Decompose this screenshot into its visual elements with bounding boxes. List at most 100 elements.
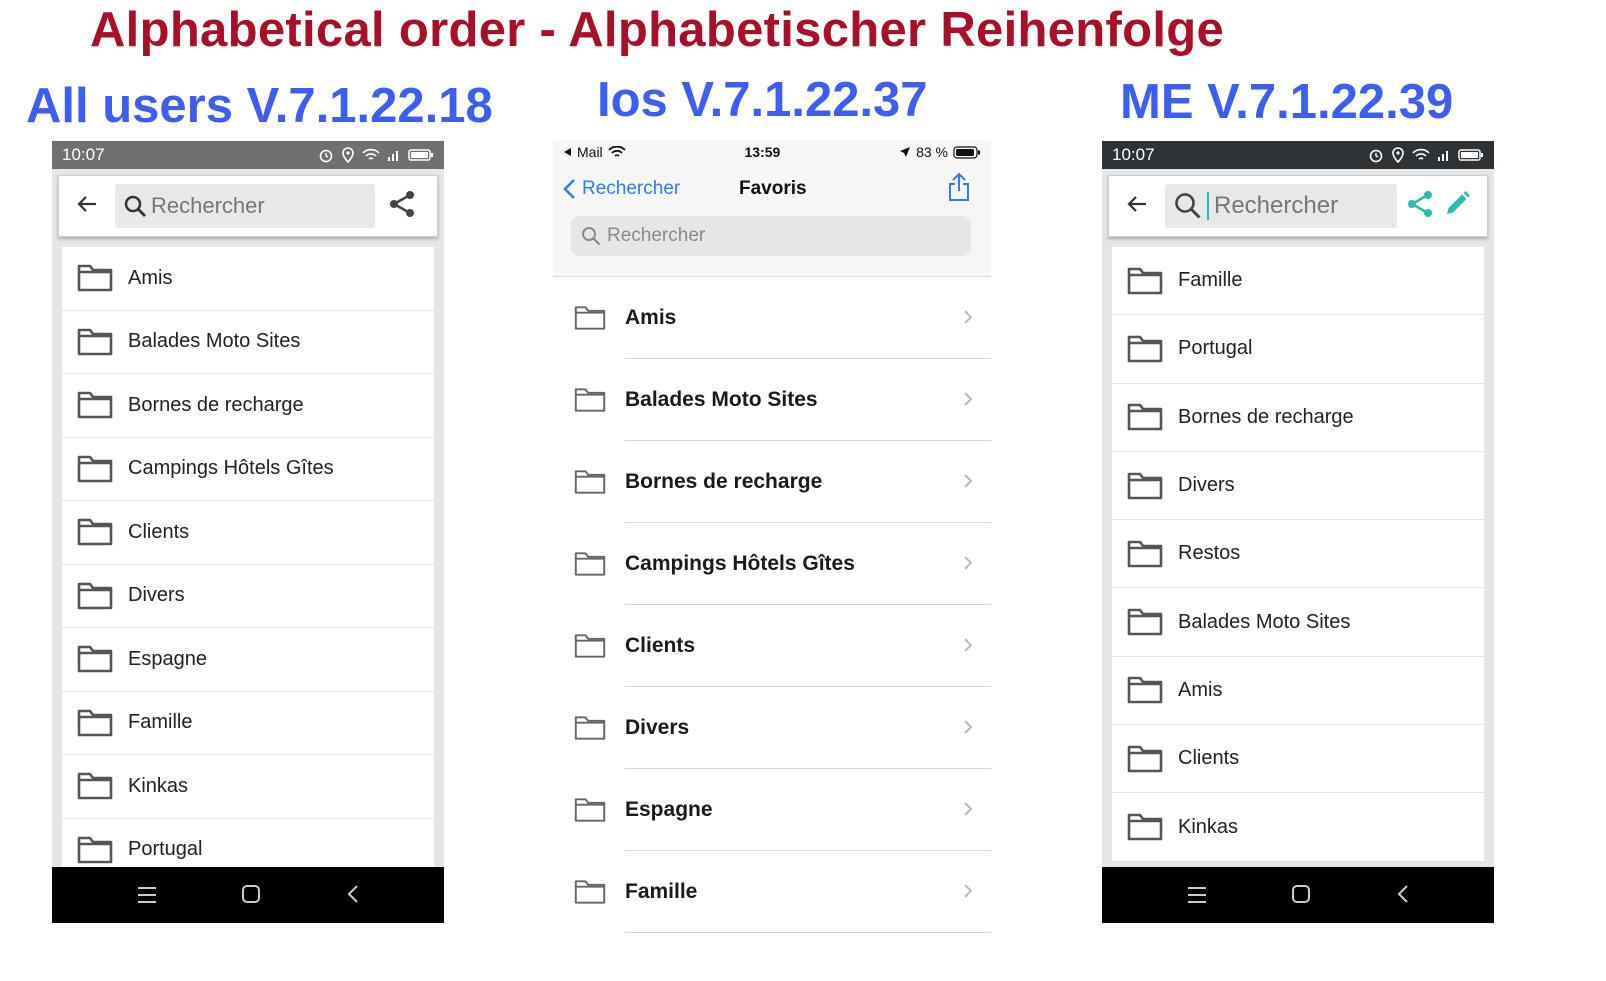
folder-icon: [1127, 813, 1163, 841]
wifi-icon: [608, 145, 626, 157]
list-item-label: Campings Hôtels Gîtes: [625, 552, 855, 575]
favorites-list: Famille Portugal Bornes de recharge Divers R…: [1112, 247, 1484, 862]
signal-icon: [388, 151, 398, 161]
status-time: 13:59: [744, 144, 781, 160]
folder-icon-wrap: [1112, 334, 1178, 364]
folder-icon-wrap: [62, 581, 128, 611]
status-time: 10:07: [1112, 145, 1155, 164]
share-button[interactable]: [387, 189, 417, 224]
back-icon[interactable]: [346, 880, 360, 911]
share-icon: [1408, 190, 1432, 217]
list-item[interactable]: Espagne: [62, 628, 434, 692]
folder-icon-wrap: [553, 386, 625, 414]
list-item[interactable]: Balades Moto Sites: [1112, 588, 1484, 657]
folder-icon-wrap: [553, 796, 625, 824]
share-button[interactable]: [1405, 189, 1435, 224]
list-item[interactable]: Divers: [62, 565, 434, 628]
back-button[interactable]: Rechercher: [563, 178, 680, 200]
list-item[interactable]: Bornes de recharge: [553, 441, 991, 523]
folder-icon-wrap: [1112, 675, 1178, 705]
list-item[interactable]: Restos: [1112, 520, 1484, 589]
back-to-app-icon: [564, 148, 571, 156]
chevron-right-icon: [963, 797, 973, 823]
list-item-label: Balades Moto Sites: [1178, 610, 1351, 633]
folder-icon: [77, 328, 113, 356]
folder-icon: [1127, 608, 1163, 636]
menu-icon[interactable]: [1187, 880, 1207, 911]
phone-ios: Mail 13:59 83 % Rechercher Favoris Reche…: [553, 140, 991, 981]
folder-icon-wrap: [553, 632, 625, 660]
folder-icon: [77, 709, 113, 737]
share-button[interactable]: [947, 172, 971, 207]
chevron-right-icon: [963, 879, 973, 905]
list-item[interactable]: Bornes de recharge: [62, 374, 434, 438]
list-item[interactable]: Bornes de recharge: [1112, 384, 1484, 452]
back-button[interactable]: [59, 192, 115, 220]
folder-icon: [77, 391, 113, 419]
menu-icon[interactable]: [137, 880, 157, 911]
column-title-me: ME V.7.1.22.39: [1120, 75, 1454, 129]
list-item[interactable]: Clients: [1112, 725, 1484, 794]
status-battery: 83 %: [916, 144, 948, 160]
list-item-label: Divers: [1178, 474, 1235, 497]
list-item[interactable]: Campings Hôtels Gîtes: [553, 523, 991, 605]
list-item[interactable]: Amis: [1112, 657, 1484, 726]
edit-button[interactable]: [1443, 190, 1471, 223]
list-item[interactable]: Balades Moto Sites: [553, 359, 991, 441]
search-icon: [124, 195, 146, 217]
list-item[interactable]: Famille: [62, 692, 434, 755]
folder-icon-wrap: [1112, 539, 1178, 569]
folder-icon: [77, 772, 113, 800]
list-item-label: Balades Moto Sites: [128, 330, 301, 353]
list-item[interactable]: Famille: [553, 851, 991, 933]
list-item[interactable]: Espagne: [553, 769, 991, 851]
list-item[interactable]: Divers: [553, 687, 991, 769]
list-item-label: Amis: [128, 266, 173, 289]
list-item[interactable]: Kinkas: [62, 755, 434, 819]
chevron-right-icon: [963, 469, 973, 495]
column-title-all-users: All users V.7.1.22.18: [26, 79, 493, 133]
folder-icon-wrap: [1112, 607, 1178, 637]
list-item[interactable]: Amis: [553, 277, 991, 359]
list-item[interactable]: Famille: [1112, 247, 1484, 316]
row-separator: [625, 932, 991, 933]
folder-icon-wrap: [62, 327, 128, 357]
list-item-label: Kinkas: [128, 774, 189, 797]
list-item[interactable]: Clients: [62, 501, 434, 565]
list-item[interactable]: Campings Hôtels Gîtes: [62, 438, 434, 501]
search-input[interactable]: Rechercher: [571, 216, 971, 256]
search-placeholder: Rechercher: [607, 225, 706, 246]
battery-icon: [1458, 149, 1483, 161]
list-item[interactable]: Divers: [1112, 452, 1484, 521]
list-item[interactable]: Balades Moto Sites: [62, 311, 434, 374]
main-title: Alphabetical order - Alphabetischer Reih…: [90, 3, 1225, 57]
navigation-bar: [52, 867, 444, 923]
list-item[interactable]: Clients: [553, 605, 991, 687]
back-button[interactable]: [1109, 192, 1165, 220]
folder-icon: [1127, 540, 1163, 568]
folder-icon: [1127, 403, 1163, 431]
wifi-icon: [1412, 148, 1430, 160]
search-input[interactable]: Rechercher: [1165, 184, 1397, 228]
phone-android-me: 10:07 Rechercher Famille Portugal Bornes d…: [1102, 141, 1494, 923]
status-icons: [318, 147, 434, 163]
back-icon[interactable]: [1396, 880, 1410, 911]
home-icon[interactable]: [241, 880, 261, 911]
nav-bar: Rechercher Favoris: [563, 172, 971, 207]
folder-icon-wrap: [553, 878, 625, 906]
list-item[interactable]: Portugal: [1112, 315, 1484, 384]
folder-icon-wrap: [1112, 744, 1178, 774]
folder-icon-wrap: [62, 263, 128, 293]
back-label: Rechercher: [582, 178, 681, 199]
status-icons: [1368, 147, 1484, 163]
chevron-left-icon: [563, 179, 575, 199]
share-icon: [949, 172, 969, 201]
list-item-label: Campings Hôtels Gîtes: [128, 457, 334, 480]
folder-icon: [1127, 472, 1163, 499]
search-input[interactable]: Rechercher: [115, 184, 375, 228]
list-item[interactable]: Amis: [62, 247, 434, 311]
list-item[interactable]: Kinkas: [1112, 793, 1484, 862]
folder-icon-wrap: [62, 644, 128, 674]
alarm-icon: [319, 149, 333, 163]
home-icon[interactable]: [1291, 880, 1311, 911]
